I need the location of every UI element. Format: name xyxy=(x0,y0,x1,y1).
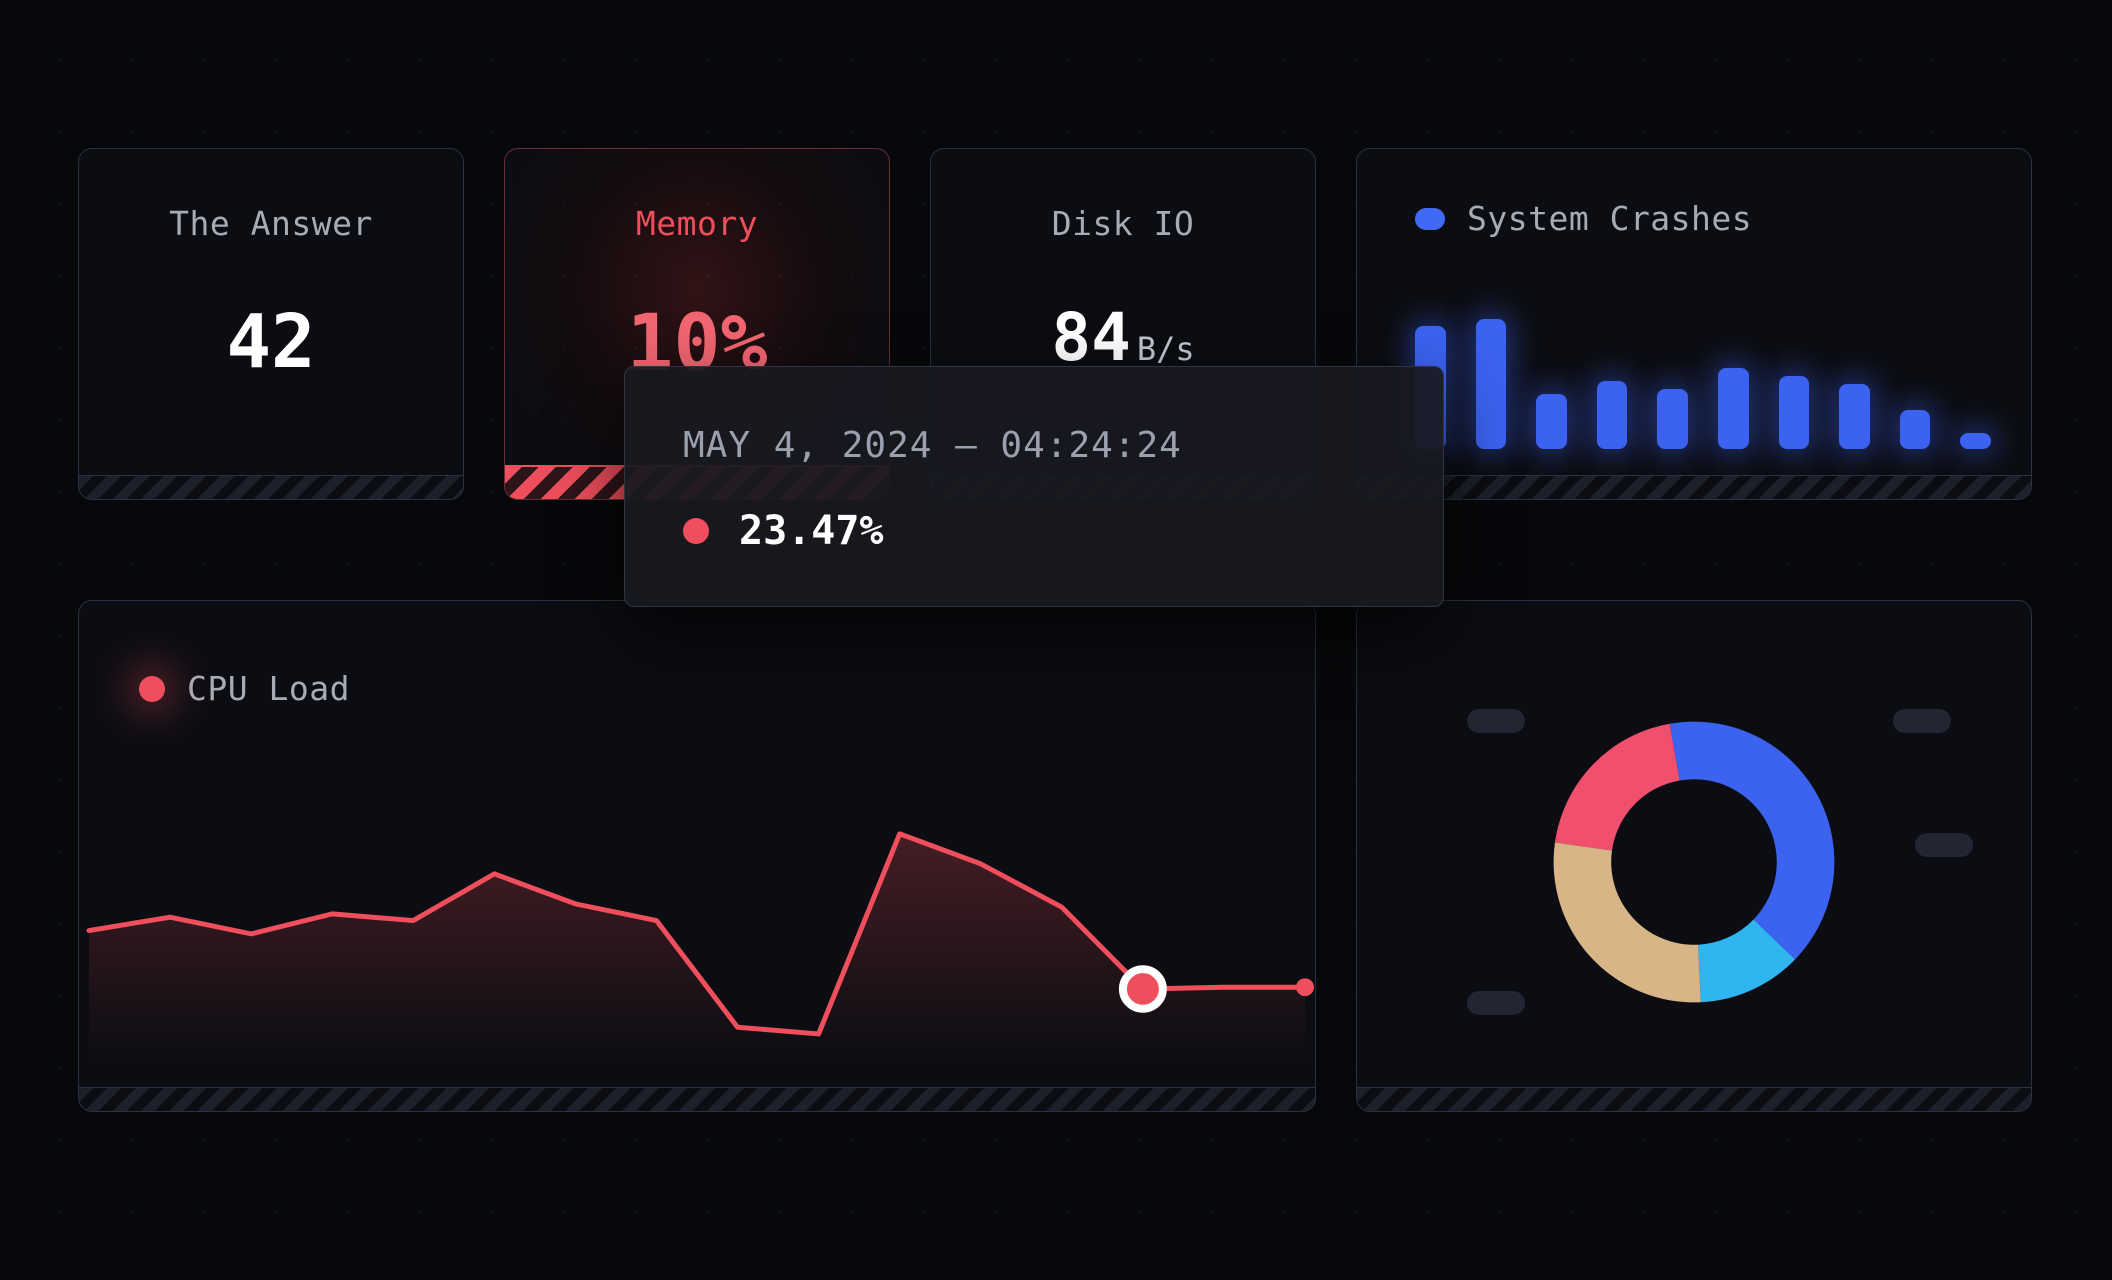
bar xyxy=(1657,389,1688,449)
legend-pill xyxy=(1467,991,1525,1015)
bar xyxy=(1536,394,1567,449)
chart-card-system-crashes[interactable]: System Crashes xyxy=(1356,148,2032,500)
legend-pill xyxy=(1915,833,1973,857)
card-title: CPU Load xyxy=(139,669,350,708)
legend-swatch-icon xyxy=(1415,208,1445,230)
bar xyxy=(1718,368,1749,449)
card-title: Memory xyxy=(505,204,889,243)
card-title: Disk IO xyxy=(931,204,1315,243)
card-resize-handle[interactable] xyxy=(1357,1087,2031,1111)
chart-tooltip: MAY 4, 2024 — 04:24:24 23.47% xyxy=(624,366,1444,607)
bar xyxy=(1960,433,1991,449)
chart-card-cpu-load[interactable]: CPU Load xyxy=(78,600,1316,1112)
card-resize-handle[interactable] xyxy=(79,1087,1315,1111)
tooltip-value: 23.47% xyxy=(739,508,884,554)
legend-pill xyxy=(1893,709,1951,733)
line-chart xyxy=(79,761,1315,1087)
stat-card-answer[interactable]: The Answer 42 xyxy=(78,148,464,500)
tooltip-timestamp: MAY 4, 2024 — 04:24:24 xyxy=(683,425,1385,466)
bar xyxy=(1476,319,1507,449)
bar xyxy=(1839,384,1870,449)
bar xyxy=(1779,376,1810,449)
card-title: The Answer xyxy=(79,204,463,243)
legend-swatch-icon xyxy=(139,676,165,702)
donut-chart xyxy=(1357,637,2031,1087)
legend-pill xyxy=(1467,709,1525,733)
card-resize-handle[interactable] xyxy=(1357,475,2031,499)
stat-value: 84B/s xyxy=(931,299,1315,376)
stat-value: 42 xyxy=(79,299,463,385)
card-title: System Crashes xyxy=(1415,199,1752,238)
chart-card-donut[interactable] xyxy=(1356,600,2032,1112)
bar-chart xyxy=(1415,309,1991,449)
card-resize-handle[interactable] xyxy=(79,475,463,499)
bar xyxy=(1900,410,1931,449)
tooltip-swatch-icon xyxy=(683,518,709,544)
bar xyxy=(1597,381,1628,449)
